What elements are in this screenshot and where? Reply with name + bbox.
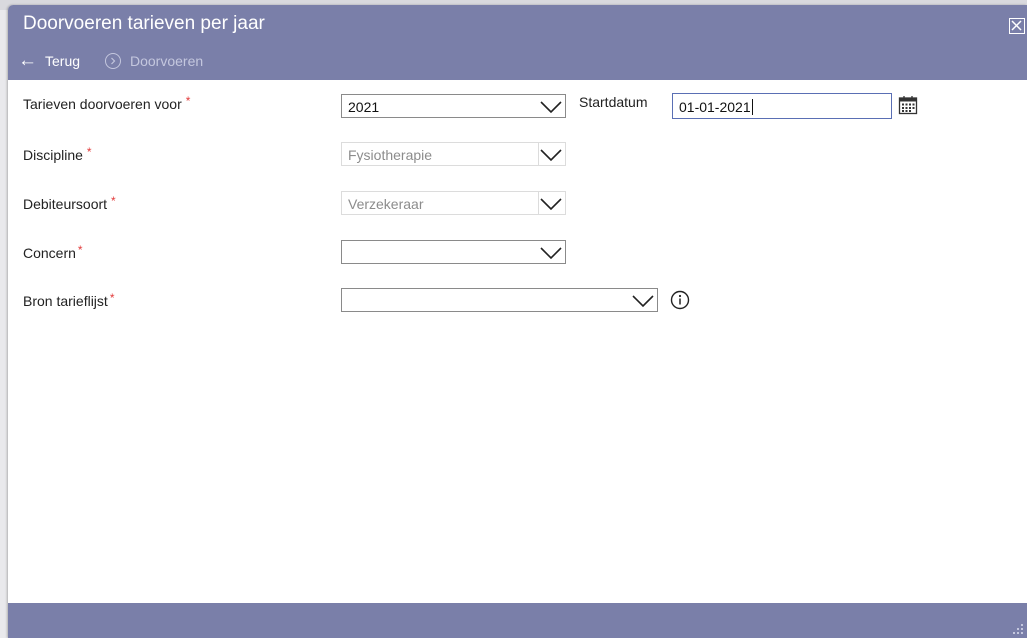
doorvoeren-button-label: Doorvoeren bbox=[130, 53, 204, 69]
chevron-right-circle-icon bbox=[105, 53, 121, 69]
year-select-value: 2021 bbox=[348, 99, 380, 115]
required-marker: * bbox=[185, 94, 191, 108]
required-marker: * bbox=[77, 243, 83, 257]
back-button-label: Terug bbox=[45, 53, 81, 69]
bottom-bar bbox=[8, 603, 1027, 638]
back-button[interactable]: ← Terug bbox=[18, 50, 81, 71]
startdatum-value-text: 01-01-2021 bbox=[679, 99, 751, 115]
label-bron-tarieflijst: Bron tarieflijst * bbox=[23, 291, 114, 309]
chevron-down-icon bbox=[540, 149, 562, 162]
label-text: Bron tarieflijst bbox=[23, 293, 108, 309]
discipline-select: Fysiotherapie bbox=[341, 142, 566, 166]
startdatum-value: 01-01-2021 bbox=[679, 99, 753, 115]
title-bar: Doorvoeren tarieven per jaar bbox=[8, 5, 1027, 42]
arrow-left-icon: ← bbox=[18, 50, 37, 71]
label-text: Debiteursoort bbox=[23, 196, 108, 212]
resize-grip-icon[interactable] bbox=[1010, 621, 1024, 635]
concern-select[interactable] bbox=[341, 240, 566, 264]
toolbar: ← Terug Doorvoeren bbox=[8, 42, 1027, 80]
label-tarieven-doorvoeren-voor: Tarieven doorvoeren voor * bbox=[23, 94, 190, 112]
dialog-title: Doorvoeren tarieven per jaar bbox=[23, 13, 265, 34]
debiteursoort-select-value: Verzekeraar bbox=[348, 196, 424, 212]
label-text: Concern bbox=[23, 245, 76, 261]
text-caret bbox=[751, 99, 753, 115]
close-button[interactable] bbox=[1009, 18, 1025, 34]
label-text: Discipline bbox=[23, 147, 83, 163]
chevron-down-icon bbox=[632, 295, 654, 308]
info-icon[interactable] bbox=[670, 290, 690, 310]
label-text: Tarieven doorvoeren voor bbox=[23, 96, 182, 112]
calendar-icon[interactable] bbox=[898, 95, 918, 115]
label-startdatum: Startdatum bbox=[579, 94, 648, 110]
chevron-down-icon bbox=[540, 247, 562, 260]
required-marker: * bbox=[86, 145, 92, 159]
chevron-down-icon bbox=[540, 198, 562, 211]
required-marker: * bbox=[111, 194, 116, 208]
year-select[interactable]: 2021 bbox=[341, 94, 566, 118]
startdatum-input[interactable]: 01-01-2021 bbox=[672, 93, 892, 119]
dialog-window: Doorvoeren tarieven per jaar ← Terug Doo… bbox=[8, 5, 1027, 638]
chevron-down-icon bbox=[540, 101, 562, 114]
debiteursoort-select: Verzekeraar bbox=[341, 191, 566, 215]
discipline-select-value: Fysiotherapie bbox=[348, 147, 433, 163]
label-discipline: Discipline * bbox=[23, 145, 92, 163]
label-concern: Concern * bbox=[23, 243, 83, 261]
bron-tarieflijst-select[interactable] bbox=[341, 288, 658, 312]
close-icon bbox=[1011, 20, 1022, 31]
doorvoeren-button[interactable]: Doorvoeren bbox=[105, 53, 203, 69]
required-marker: * bbox=[109, 291, 115, 305]
label-debiteursoort: Debiteursoort * bbox=[23, 194, 116, 212]
